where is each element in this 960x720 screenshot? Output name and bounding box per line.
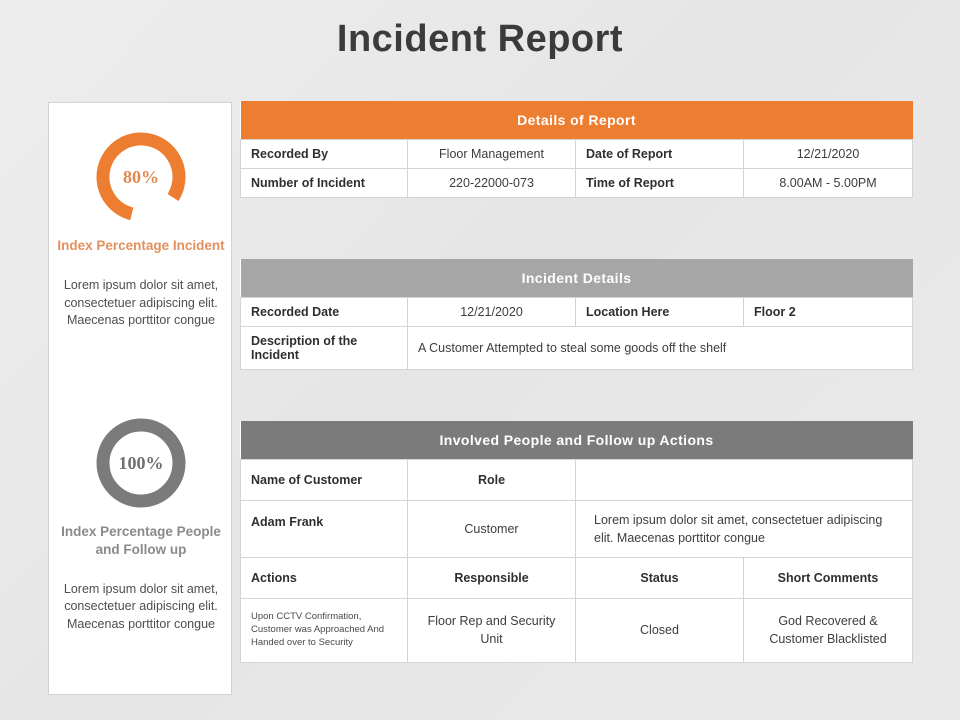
location-value: Floor 2 (743, 297, 913, 327)
recorded-by-label: Recorded By (240, 139, 408, 169)
status-value: Closed (575, 598, 744, 663)
responsible-value: Floor Rep and Security Unit (407, 598, 576, 663)
details-of-report-table: Details of Report Recorded By Floor Mana… (240, 101, 914, 198)
status-header: Status (575, 557, 744, 600)
number-of-incident-label: Number of Incident (240, 168, 408, 198)
incident-details-table: Incident Details Recorded Date 12/21/202… (240, 259, 913, 370)
number-of-incident-value: 220-22000-073 (407, 168, 576, 198)
incident-details-header: Incident Details (240, 259, 913, 298)
table-row: Description of the Incident A Customer A… (240, 326, 913, 370)
role-header: Role (407, 459, 576, 501)
name-of-customer-header: Name of Customer (240, 459, 408, 501)
table-row: Name of Customer Role (240, 459, 914, 501)
donut-chart-people: 100% (93, 415, 189, 511)
table-row: Upon CCTV Confirmation, Customer was App… (240, 598, 914, 663)
donut-value-incident: 80% (123, 166, 159, 187)
actions-header: Actions (240, 557, 408, 600)
responsible-header: Responsible (407, 557, 576, 600)
kpi-block-people: 100% Index Percentage People and Follow … (49, 415, 233, 634)
date-of-report-value: 12/21/2020 (742, 139, 914, 169)
kpi-description-incident: Lorem ipsum dolor sit amet, consectetuer… (63, 277, 219, 328)
donut-chart-incident: 80% (93, 129, 189, 225)
recorded-date-label: Recorded Date (240, 297, 408, 327)
short-comments-header: Short Comments (742, 557, 914, 600)
table-row: Adam Frank Customer Lorem ipsum dolor si… (240, 499, 914, 559)
table-header-row: Incident Details (240, 259, 913, 298)
table-row: Actions Responsible Status Short Comment… (240, 557, 914, 600)
page-title: Incident Report (336, 18, 624, 60)
kpi-label-people: Index Percentage People and Follow up (61, 524, 221, 557)
description-of-incident-label: Description of the Incident (240, 326, 408, 370)
customer-role-value: Customer (407, 499, 576, 559)
involved-people-header: Involved People and Follow up Actions (240, 421, 913, 460)
date-of-report-label: Date of Report (575, 139, 744, 169)
table-row: Number of Incident 220-22000-073 Time of… (240, 168, 914, 198)
short-comments-value: God Recovered & Customer Blacklisted (742, 598, 914, 663)
table-header-row: Details of Report (240, 101, 913, 140)
kpi-label-incident: Index Percentage Incident (57, 238, 225, 253)
customer-notes-value: Lorem ipsum dolor sit amet, consectetuer… (574, 499, 914, 559)
person-notes-header (574, 459, 914, 501)
details-of-report-header: Details of Report (240, 101, 913, 140)
actions-value: Upon CCTV Confirmation, Customer was App… (240, 598, 408, 663)
involved-people-table: Involved People and Follow up Actions Na… (240, 421, 914, 663)
customer-name-value: Adam Frank (240, 499, 408, 559)
donut-value-people: 100% (118, 452, 164, 473)
kpi-description-people: Lorem ipsum dolor sit amet, consectetuer… (63, 581, 219, 632)
recorded-date-value: 12/21/2020 (407, 297, 576, 327)
table-row: Recorded By Floor Management Date of Rep… (240, 139, 914, 169)
time-of-report-value: 8.00AM - 5.00PM (742, 168, 914, 198)
recorded-by-value: Floor Management (407, 139, 576, 169)
table-row: Recorded Date 12/21/2020 Location Here F… (240, 297, 913, 327)
table-header-row: Involved People and Follow up Actions (240, 421, 913, 460)
time-of-report-label: Time of Report (575, 168, 744, 198)
kpi-sidebar-card: 80% Index Percentage Incident Lorem ipsu… (48, 102, 232, 695)
description-of-incident-value: A Customer Attempted to steal some goods… (407, 326, 913, 370)
location-label: Location Here (575, 297, 744, 327)
kpi-block-incident: 80% Index Percentage Incident Lorem ipsu… (49, 129, 233, 330)
